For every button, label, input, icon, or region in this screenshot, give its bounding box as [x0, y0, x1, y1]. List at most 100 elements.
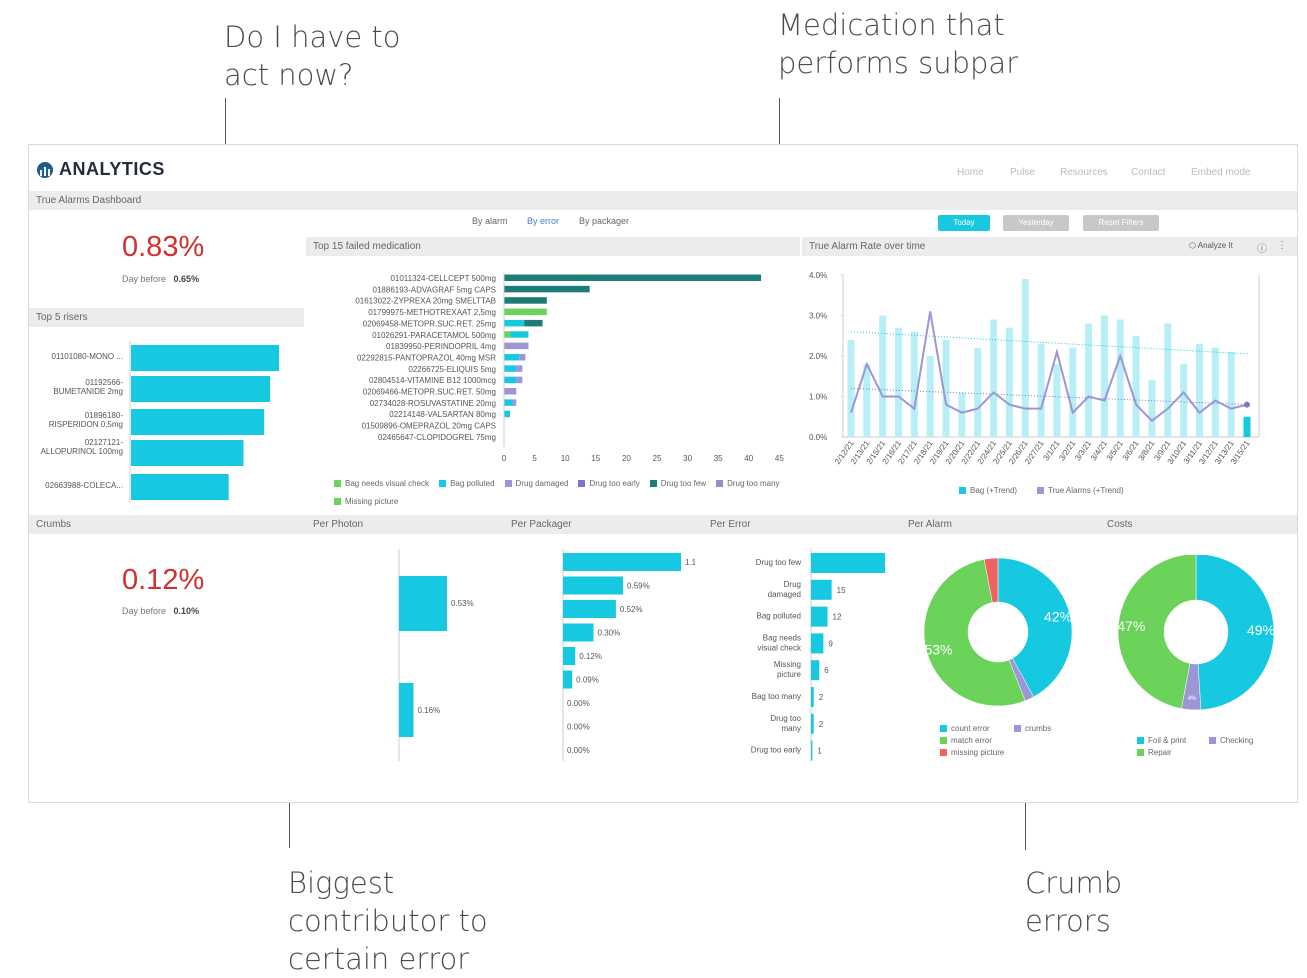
legend-item[interactable]: Drug too early [578, 479, 640, 488]
y-tick-label: 3.0% [809, 312, 827, 321]
x-tick-label: 0 [502, 454, 507, 463]
per-photon-chart: 0.53% 0.16% [398, 549, 474, 761]
top-risers-title: Top 5 risers [29, 308, 304, 327]
error-bar [811, 687, 814, 707]
tab-by-alarm[interactable]: By alarm [472, 216, 508, 226]
app-logo[interactable]: ANALYTICS [35, 159, 165, 180]
legend-swatch [959, 487, 966, 494]
category-label-line: Bag polluted [757, 612, 801, 621]
legend-swatch [1137, 749, 1144, 756]
bag-bar [1164, 323, 1172, 437]
packager-bar [563, 553, 681, 571]
bag-bar [974, 347, 982, 437]
category-label-line: damaged [768, 590, 801, 599]
bag-trend-line [850, 331, 1250, 355]
category-label: 02069458-METOPR.SUC.RET. 25mg [363, 319, 496, 328]
y-tick-label: 0.0% [809, 433, 827, 442]
legend-label: Bag polluted [450, 479, 495, 488]
legend-item[interactable]: Bag polluted [439, 479, 495, 488]
category-label-line: Drug [784, 580, 801, 589]
per-error-title: Per Error [710, 519, 751, 530]
legend-item[interactable]: Drug too many [716, 479, 780, 488]
photon-bar [399, 683, 414, 737]
per-alarm-title: Per Alarm [908, 519, 952, 530]
alarm-legend-missing-picture: missing picture [940, 748, 1004, 757]
cube-icon: ⬡ [1189, 241, 1196, 250]
bag-bar [1053, 364, 1061, 437]
category-label: Drug too few [756, 558, 802, 567]
legend-item[interactable]: Bag needs visual check [334, 479, 429, 488]
bag-bar [1180, 364, 1188, 437]
logo-text: ANALYTICS [59, 159, 165, 179]
x-tick-label: 25 [653, 454, 662, 463]
nav-contact[interactable]: Contact [1131, 167, 1165, 178]
analyze-it-button[interactable]: ⬡ Analyze It [1189, 241, 1233, 250]
category-label: Drugdamaged [768, 580, 801, 599]
legend-item[interactable]: Missing picture [334, 497, 398, 506]
costs-legend-foil: Foil & print [1137, 736, 1186, 745]
category-label: 02292815-PANTOPRAZOL 40mg MSR [357, 353, 496, 362]
riser-label: 02663988-COLECA... [45, 481, 123, 490]
bag-bar [847, 339, 855, 437]
packager-bar [563, 647, 576, 665]
trend-legend-true-alarms: True Alarms (+Trend) [1037, 486, 1124, 495]
legend-label: crumbs [1025, 724, 1052, 733]
per-packager-title: Per Packager [511, 519, 572, 530]
category-label-line: picture [777, 670, 802, 679]
yesterday-button[interactable]: Yesterday [1003, 215, 1069, 231]
alarm-legend-match-error: match error [940, 736, 992, 745]
value-label: 2 [819, 693, 824, 702]
bag-bar [926, 356, 934, 437]
tab-by-error[interactable]: By error [527, 216, 559, 226]
costs-legend-checking: Checking [1209, 736, 1253, 745]
category-label-line: many [781, 724, 801, 733]
kpi-crumbs-rate: 0.12% [122, 564, 205, 596]
day-before-value: 0.10% [173, 606, 200, 616]
kpi-day-before: Day before 0.65% [122, 274, 199, 284]
bag-bar [958, 392, 966, 437]
bag-bar [1243, 416, 1251, 437]
more-options-icon[interactable]: ⋮ [1277, 240, 1287, 251]
tab-by-packager[interactable]: By packager [579, 216, 629, 226]
nav-embed-mode[interactable]: Embed mode [1191, 167, 1250, 178]
value-label: 1.16% [685, 558, 695, 567]
crumbs-title: Crumbs [36, 519, 72, 530]
legend-item[interactable]: Drug damaged [504, 479, 568, 488]
bag-bar [1211, 347, 1219, 437]
legend-swatch [334, 498, 341, 505]
category-label: 01839950-PERINDOPRIL 4mg [386, 342, 496, 351]
legend-swatch [439, 480, 447, 487]
legend-label: count error [951, 724, 990, 733]
logo-icon [37, 161, 53, 178]
nav-pulse[interactable]: Pulse [1010, 167, 1035, 178]
category-label: 01799975-METHOTREXAAT 2,5mg [368, 308, 496, 317]
per-packager-chart: 1.16% 0.59% 0.52% 0.30% 0.12% 0.09% 0.00% 0.00%… [562, 549, 695, 761]
packager-bar [563, 623, 594, 642]
value-label: 0.16% [417, 706, 440, 715]
category-label: 01613022-ZYPREXA 20mg SMELTTAB [355, 297, 496, 306]
legend-swatch [578, 480, 586, 487]
x-tick-label: 40 [744, 454, 753, 463]
category-label-line: Drug too [770, 714, 801, 723]
legend-item[interactable]: Drug too few [649, 479, 706, 488]
today-button[interactable]: Today [938, 215, 990, 231]
bar-segment [504, 285, 590, 293]
trend-chart: 4.0%3.0%2.0%1.0%0.0%2/12/212/13/212/15/2… [809, 271, 1260, 466]
category-label: 02214148-VALSARTAN 80mg [389, 410, 496, 419]
nav-resources[interactable]: Resources [1060, 167, 1108, 178]
bar-segment [504, 353, 520, 361]
bag-bar [1005, 327, 1013, 437]
riser-label: 01896180-RISPERIDON 0,5mg [48, 411, 123, 429]
nav-home[interactable]: Home [957, 167, 984, 178]
error-bar [811, 553, 885, 573]
reset-filters-button[interactable]: Reset Filters [1083, 215, 1159, 231]
value-label: 0.12% [579, 652, 602, 661]
value-label: 0.09% [576, 676, 599, 685]
packager-bar [563, 600, 616, 618]
category-label-line: visual check [757, 643, 802, 652]
info-icon[interactable]: ⓘ [1257, 240, 1267, 255]
top15-title: Top 15 failed medication [306, 237, 800, 256]
costs-title: Costs [1107, 519, 1133, 530]
alarm-legend-crumbs: crumbs [1014, 724, 1051, 733]
error-bar [811, 740, 813, 761]
